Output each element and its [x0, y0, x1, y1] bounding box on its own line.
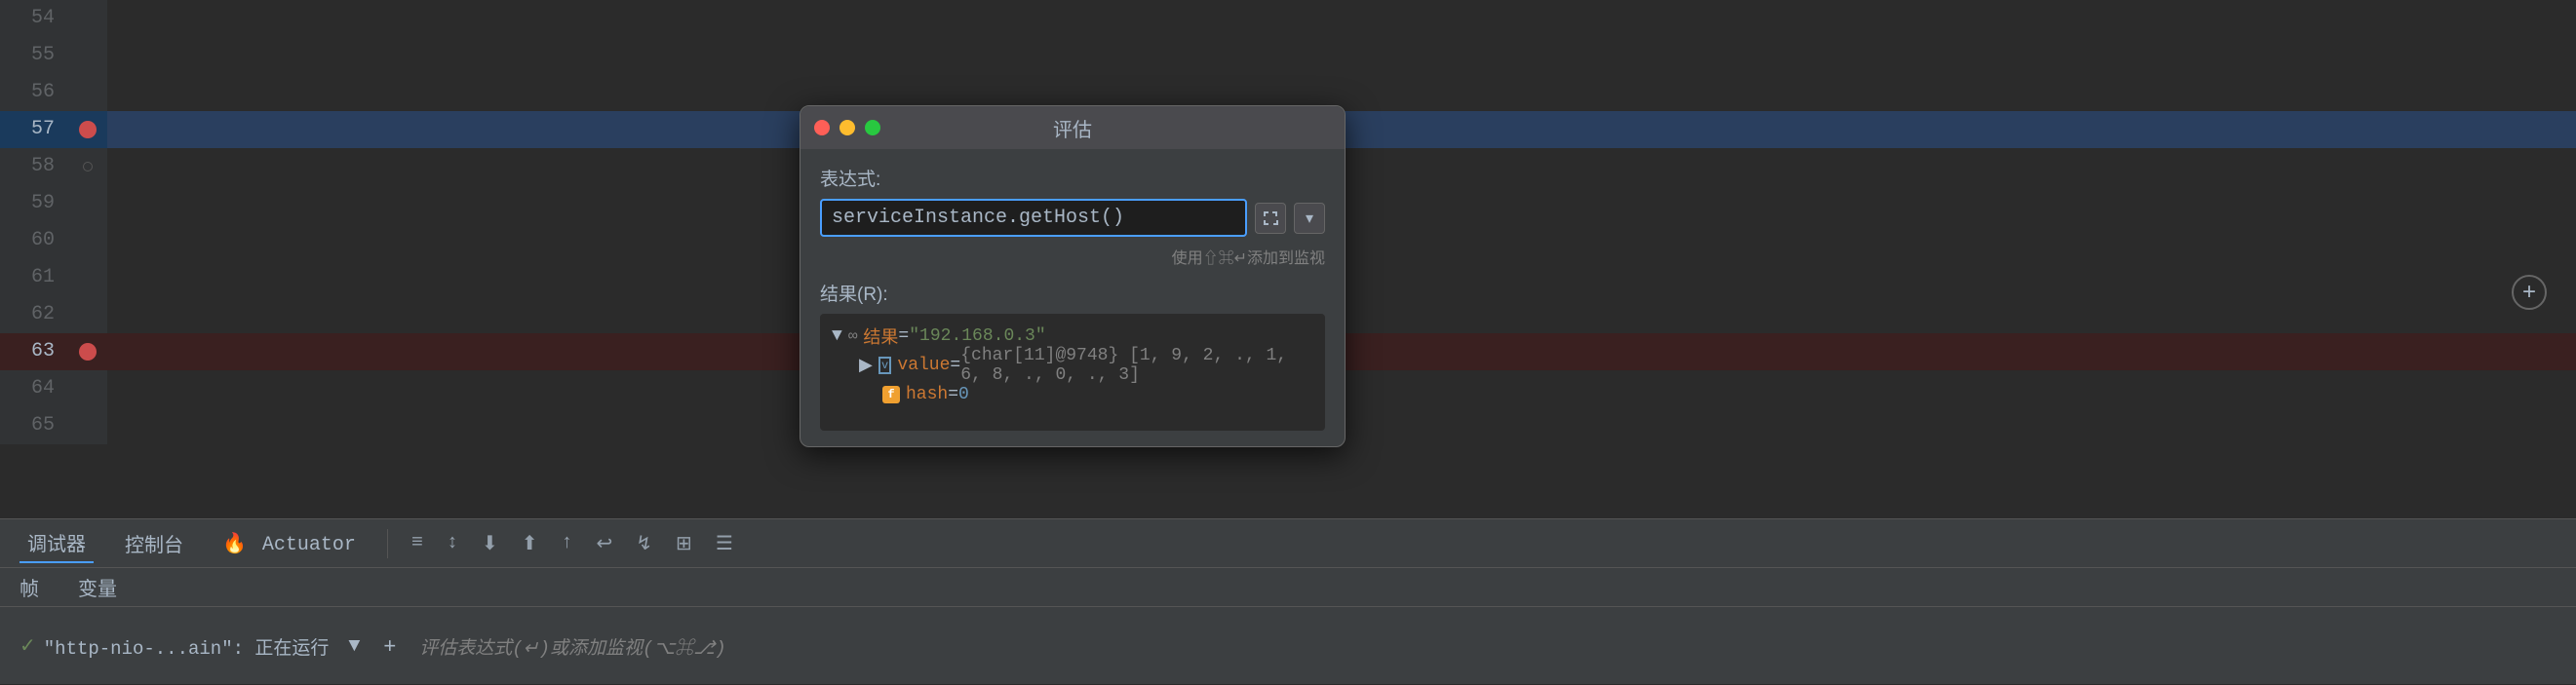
tree-hash-field-icon: f	[882, 386, 900, 403]
line-gutter-55	[68, 37, 107, 74]
toolbar-table-icon[interactable]: ⊞	[676, 531, 692, 556]
line-number-61: 61	[0, 259, 68, 296]
toolbar-align-icon[interactable]: ≡	[411, 532, 423, 554]
eval-input-row: ▾	[820, 199, 1325, 237]
tree-value-expand-icon[interactable]: ▶	[859, 355, 873, 376]
toolbar-step-over-icon[interactable]: ↕	[447, 532, 458, 554]
tree-collapse-icon[interactable]: ▼	[832, 326, 842, 346]
toolbar-run-cursor-icon[interactable]: ↯	[636, 531, 652, 556]
line-gutter-61	[68, 259, 107, 296]
tree-hash-key: hash	[906, 385, 948, 404]
tree-value-eq: =	[950, 356, 960, 375]
line-gutter-63	[68, 333, 107, 370]
eval-expr-label: 表达式:	[820, 165, 1325, 191]
toolbar-list-icon[interactable]: ☰	[716, 531, 733, 556]
add-expression-button[interactable]: +	[379, 629, 400, 663]
check-icon: ✓	[20, 633, 36, 659]
minimize-button[interactable]	[839, 120, 855, 135]
line-gutter-65	[68, 407, 107, 444]
frame-status-item: ✓ "http-nio-...ain": 正在运行	[20, 633, 329, 660]
tree-infinity-icon: ∞	[848, 327, 858, 345]
line-number-58: 58	[0, 148, 68, 185]
add-watch-button[interactable]: +	[2512, 275, 2547, 310]
eval-dropdown-button[interactable]: ▾	[1294, 203, 1325, 234]
bottom-toolbar: 调试器 控制台 🔥 Actuator ≡ ↕ ⬇ ⬆ ↑ ↩ ↯ ⊞ ☰	[0, 518, 2576, 567]
line-content-55: });	[107, 37, 2576, 74]
line-gutter-56	[68, 74, 107, 111]
toolbar-resume-icon[interactable]: ↑	[562, 532, 573, 554]
panel-tab-vars[interactable]: 变量	[78, 568, 117, 606]
line-gutter-64	[68, 370, 107, 407]
code-line-54: 54 lifecycle.onStart(lbRequest);	[0, 0, 2576, 37]
tab-actuator[interactable]: 🔥 Actuator	[215, 527, 364, 560]
line-number-60: 60	[0, 222, 68, 259]
actuator-label: Actuator	[262, 534, 356, 556]
code-line-55: 55 });	[0, 37, 2576, 74]
tree-value-row: ▶ v value = {char[11]@9748} [1, 9, 2, .,…	[859, 351, 1313, 380]
line-content-54: lifecycle.onStart(lbRequest);	[107, 0, 2576, 37]
tree-root-eq: =	[898, 326, 909, 346]
actuator-flame-icon: 🔥	[222, 534, 247, 556]
breakpoint-63[interactable]	[79, 343, 97, 361]
line-gutter-60	[68, 222, 107, 259]
line-gutter-54	[68, 0, 107, 37]
toolbar-divider-1	[387, 529, 388, 558]
eval-titlebar: 评估	[800, 106, 1345, 149]
close-button[interactable]	[814, 120, 830, 135]
eval-result-label: 结果(R):	[820, 280, 1325, 306]
maximize-button[interactable]	[865, 120, 880, 135]
line-number-63: 63	[0, 333, 68, 370]
eval-dialog: 评估 表达式: ▾ 使用⇧⌘↵添加到监视 结果(R): ▼ ∞ 结果 = "19…	[800, 105, 1346, 447]
tree-value-key: value	[897, 356, 950, 375]
line-number-57: 57	[0, 111, 68, 148]
eval-hint: 使用⇧⌘↵添加到监视	[820, 245, 1325, 268]
line-number-56: 56	[0, 74, 68, 111]
breakpoint-57[interactable]	[79, 121, 97, 138]
expr-hint: 评估表达式(↵)或添加监视(⌥⌘⎇)	[419, 633, 725, 660]
line-number-55: 55	[0, 37, 68, 74]
tree-value-type-icon: v	[878, 357, 892, 374]
line-gutter-62	[68, 296, 107, 333]
panel-tab-frames[interactable]: 帧	[20, 568, 39, 606]
eval-expand-button[interactable]	[1255, 203, 1286, 234]
tree-root-key: 结果	[863, 323, 898, 349]
frame-text: "http-nio-...ain": 正在运行	[44, 633, 330, 660]
traffic-lights	[814, 120, 880, 135]
line-number-54: 54	[0, 0, 68, 37]
toolbar-drop-icon[interactable]: ↩	[597, 531, 613, 556]
line-gutter-57	[68, 111, 107, 148]
panel-tabs: 帧 变量	[0, 568, 2576, 607]
toolbar-step-into-icon[interactable]: ⬇	[482, 531, 498, 556]
line-number-64: 64	[0, 370, 68, 407]
tree-hash-eq: =	[948, 385, 958, 404]
eval-dialog-title: 评估	[1053, 114, 1092, 142]
tab-console[interactable]: 控制台	[117, 525, 191, 562]
line-content-56: ServiceInstance serviceInstance = this.c…	[107, 74, 2576, 111]
line-number-62: 62	[0, 296, 68, 333]
toolbar-step-out-icon[interactable]: ⬆	[522, 531, 538, 556]
line-gutter-58	[68, 148, 107, 185]
eval-body: 表达式: ▾ 使用⇧⌘↵添加到监视 结果(R): ▼ ∞ 结果 = "192.1…	[800, 149, 1345, 446]
bottom-panel: 帧 变量 ✓ "http-nio-...ain": 正在运行 ▼ + 评估表达式…	[0, 567, 2576, 684]
eval-expression-input[interactable]	[820, 199, 1247, 237]
panel-content: ✓ "http-nio-...ain": 正在运行 ▼ + 评估表达式(↵)或添…	[0, 607, 2576, 685]
eval-result-tree: ▼ ∞ 结果 = "192.168.0.3" ▶ v value = {char…	[820, 314, 1325, 431]
tree-root-val: "192.168.0.3"	[909, 326, 1045, 346]
tab-debugger[interactable]: 调试器	[20, 524, 94, 563]
tree-value-val: {char[11]@9748} [1, 9, 2, ., 1, 6, 8, .,…	[960, 346, 1313, 385]
line-number-59: 59	[0, 185, 68, 222]
filter-icon[interactable]: ▼	[348, 635, 360, 658]
line-number-65: 65	[0, 407, 68, 444]
line-gutter-59	[68, 185, 107, 222]
tree-hash-val: 0	[958, 385, 969, 404]
